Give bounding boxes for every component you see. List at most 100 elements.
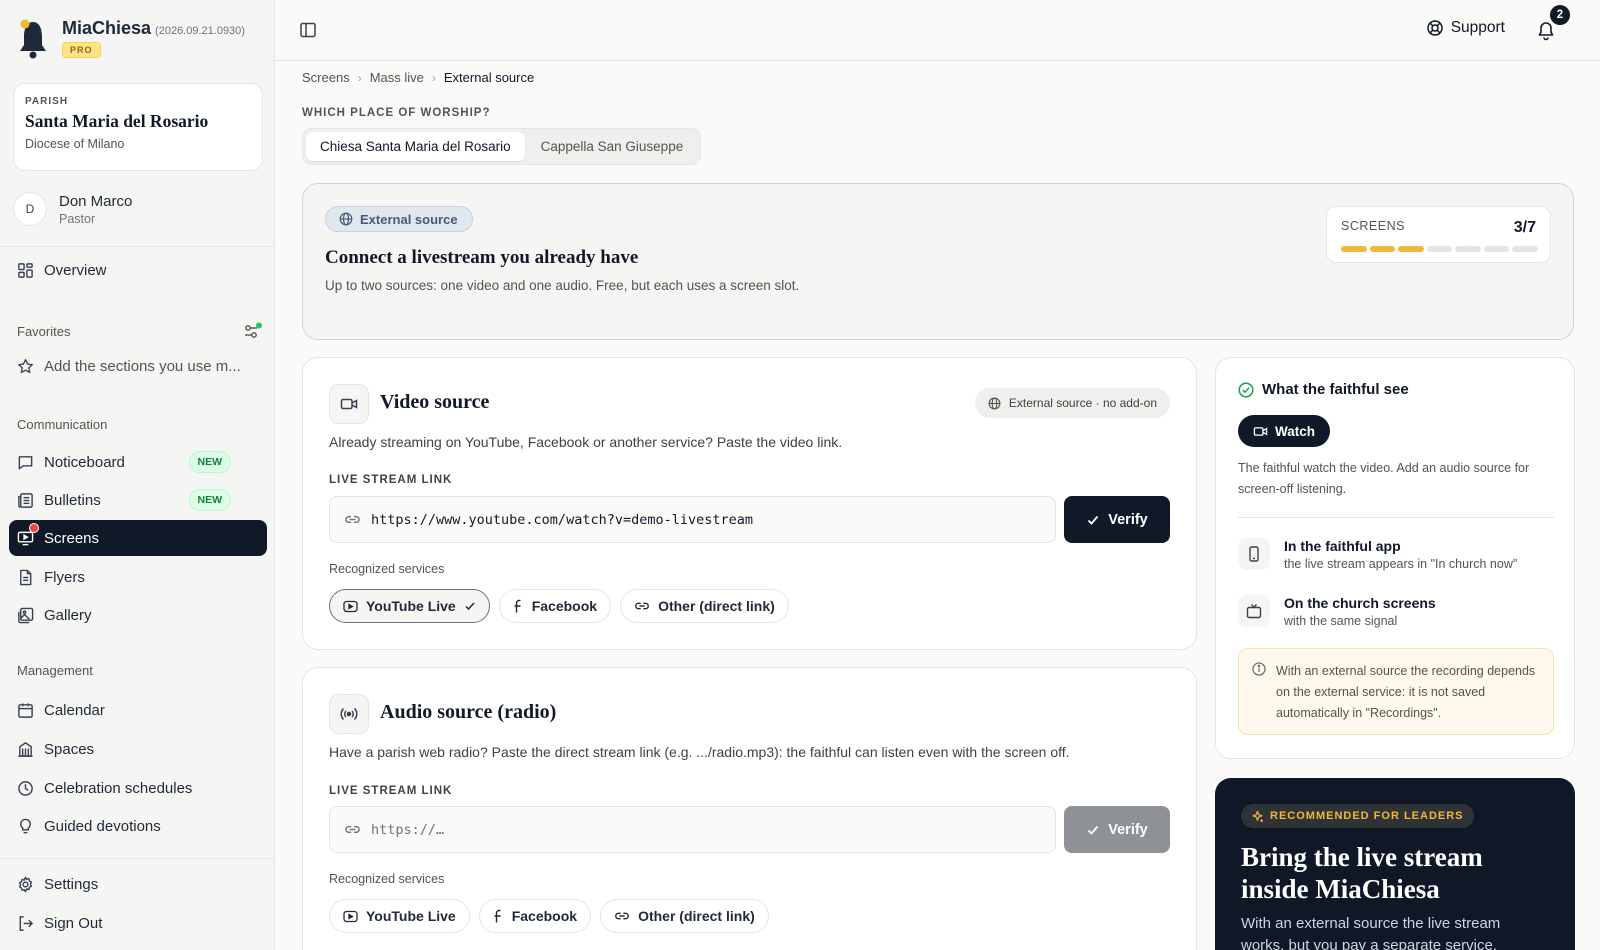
sidebar-item-label: Guided devotions [44,817,161,835]
sidebar-item-label: Sign Out [44,914,103,932]
user-profile[interactable]: D Don Marco Pastor [13,192,132,226]
sidebar-item-settings[interactable]: Settings [9,866,267,902]
check-icon [1088,515,1099,525]
service-chip-other[interactable]: Other (direct link) [620,589,789,623]
service-label: Facebook [511,908,578,924]
worship-label: WHICH PLACE OF WORSHIP? [302,107,491,119]
screens-usage-segment [1369,246,1395,252]
sidebar: MiaChiesa (2026.09.21.0930) PRO PARISH Sa… [0,0,275,950]
breadcrumb-item[interactable]: Mass live [370,70,424,85]
video-source-card: Video source External source · no add-on… [302,357,1197,650]
sidebar-item-sign-out[interactable]: Sign Out [9,905,267,941]
recommended-badge: RECOMMENDED FOR LEADERS [1241,804,1474,828]
screens-usage-segment [1398,246,1424,252]
globe-icon [988,397,1001,409]
screens-label: SCREENS [1341,219,1405,233]
link-icon [615,912,629,920]
sidebar-item-celebration-schedules[interactable]: Celebration schedules [9,770,267,806]
audio-source-description: Have a parish web radio? Paste the direc… [329,744,1070,760]
star-icon [18,358,33,373]
service-chip-facebook[interactable]: Facebook [478,899,592,933]
video-link-label: LIVE STREAM LINK [329,474,453,486]
video-icon [1253,426,1268,436]
favorites-section-label: Favorites [17,324,71,339]
sidebar-item-flyers[interactable]: Flyers [9,559,267,595]
link-icon [635,602,649,610]
hero-title: Connect a livestream you already have [325,247,639,268]
chevron-right-icon: › [431,70,436,85]
parish-diocese: Diocese of Milano [25,137,125,151]
check-icon [465,602,475,611]
sidebar-item-screens[interactable]: Screens [9,520,267,556]
sidebar-item-label: Flyers [44,568,85,586]
lightbulb-icon [20,818,31,833]
audio-link-label: LIVE STREAM LINK [329,785,453,797]
screens-value: 3/7 [1513,219,1536,236]
message-square-icon [18,455,33,469]
life-buoy-icon [1426,20,1443,36]
service-label: YouTube Live [366,908,456,924]
gear-icon [18,876,33,892]
file-text-icon [20,569,32,585]
note-text: With an external source the recording de… [1276,664,1536,720]
support-button[interactable]: Support [1426,19,1505,37]
audio-link-input[interactable]: https://… [329,806,1056,853]
worship-option-cappella[interactable]: Cappella San Giuseppe [527,132,698,161]
sidebar-item-label: Spaces [44,740,95,758]
worship-option-chiesa[interactable]: Chiesa Santa Maria del Rosario [306,132,525,161]
video-link-input[interactable]: https://www.youtube.com/watch?v=demo-liv… [329,496,1056,543]
sidebar-item-label: Celebration schedules [44,779,193,797]
sidebar-item-calendar[interactable]: Calendar [9,692,267,728]
sidebar-item-guided-devotions[interactable]: Guided devotions [9,808,267,844]
youtube-icon [343,600,358,612]
support-label: Support [1450,19,1505,36]
audio-verify-button[interactable]: Verify [1064,806,1170,853]
sidebar-item-gallery[interactable]: Gallery [9,597,267,633]
sidebar-divider [0,858,274,859]
video-icon [329,384,369,424]
screens-usage-segment [1483,246,1509,252]
user-name: Don Marco [59,192,133,210]
check-circle-icon [1238,381,1254,398]
service-chip-other[interactable]: Other (direct link) [600,899,769,933]
manage-favorites-icon[interactable] [243,322,263,340]
brand[interactable]: MiaChiesa (2026.09.21.0930) PRO [16,18,245,60]
sidebar-item-bulletins[interactable]: Bulletins NEW [9,482,267,518]
divider [1238,517,1554,518]
avatar: D [13,192,47,226]
pro-badge: PRO [62,42,101,58]
tv-icon [1238,595,1270,627]
watch-button[interactable]: Watch [1238,415,1330,447]
external-source-badge: External source [325,206,473,232]
service-chip-youtube[interactable]: YouTube Live [329,589,490,623]
notification-dot [29,523,39,533]
breadcrumb-item[interactable]: Screens [302,70,350,85]
sidebar-item-spaces[interactable]: Spaces [9,731,267,767]
audio-source-title: Audio source (radio) [380,701,557,723]
sidebar-item-label: Noticeboard [44,453,125,471]
audio-services: YouTube Live Facebook Other (direct link… [329,899,769,933]
images-icon [18,607,34,623]
faithful-title: What the faithful see [1238,381,1409,398]
favorites-add-hint[interactable]: Add the sections you use m... [9,348,267,384]
sidebar-item-noticeboard[interactable]: Noticeboard NEW [9,444,267,480]
youtube-icon [343,910,358,922]
service-chip-facebook[interactable]: Facebook [498,589,612,623]
app-version: (2026.09.21.0930) [155,25,245,37]
promo-description: With an external source the live stream … [1241,915,1501,950]
promo-card: RECOMMENDED FOR LEADERS Bring the live s… [1215,778,1575,950]
globe-icon [339,212,353,226]
clock-icon [18,780,33,796]
sidebar-item-overview[interactable]: Overview [9,252,267,288]
sidebar-toggle-icon[interactable] [299,21,317,39]
sidebar-item-label: Bulletins [44,491,101,509]
screens-usage-card: SCREENS 3/7 [1326,206,1551,263]
church-screens-row: On the church screens with the same sign… [1238,595,1436,628]
service-chip-youtube[interactable]: YouTube Live [329,899,470,933]
app-name: MiaChiesa [62,18,152,38]
badge-label: RECOMMENDED FOR LEADERS [1270,810,1464,822]
log-out-icon [19,915,34,931]
video-verify-button[interactable]: Verify [1064,496,1170,543]
parish-card[interactable]: PARISH Santa Maria del Rosario Diocese o… [13,83,263,171]
verify-label: Verify [1108,821,1148,838]
